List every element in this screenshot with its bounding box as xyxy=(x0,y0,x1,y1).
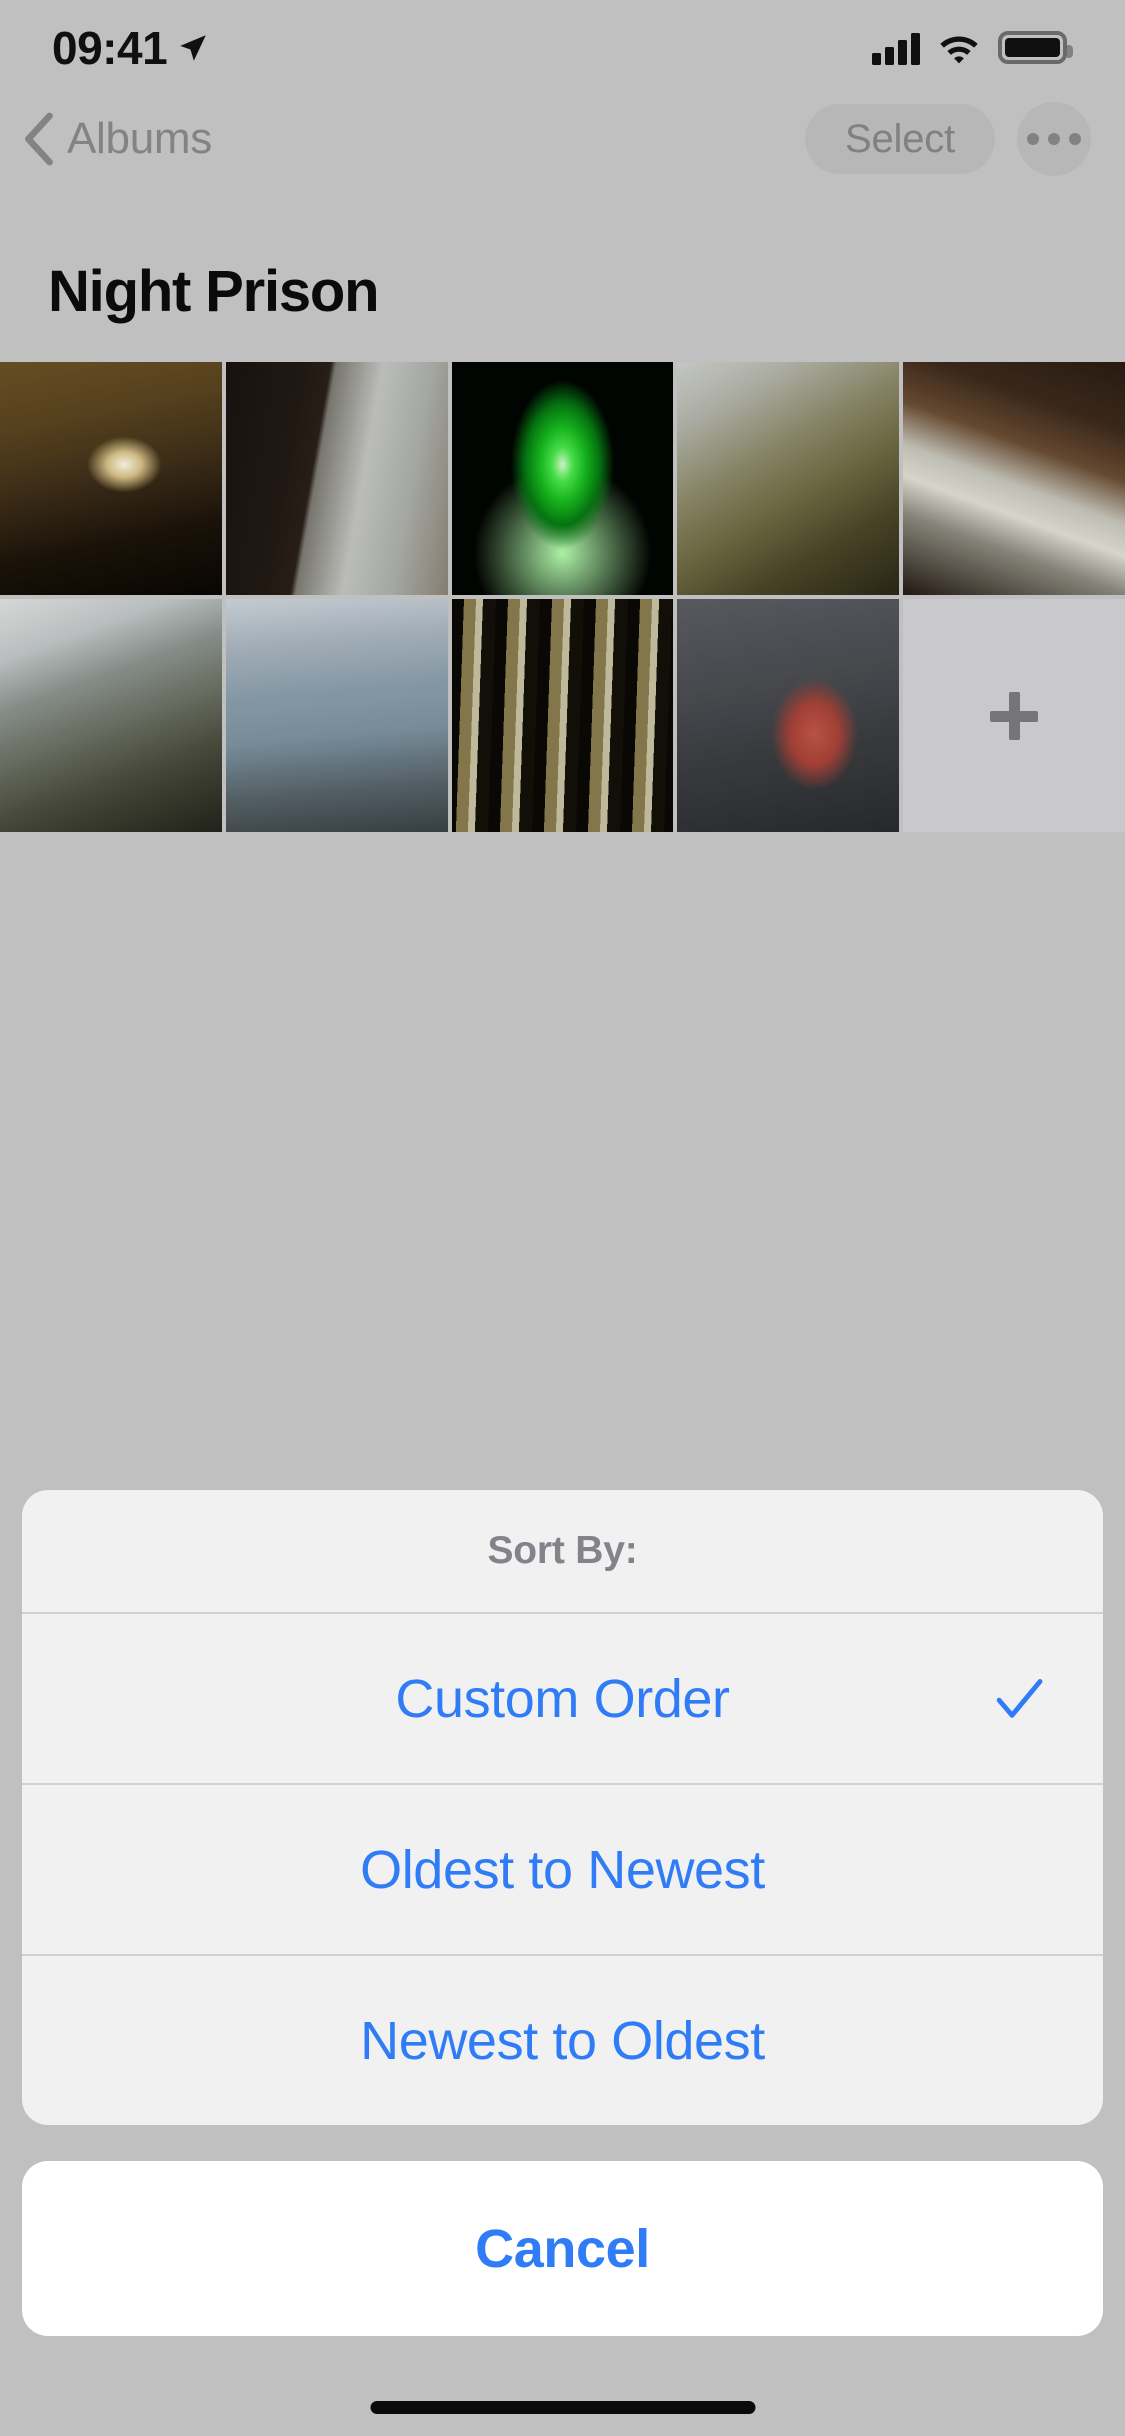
chevron-left-icon xyxy=(25,112,53,166)
back-button-albums[interactable]: Albums xyxy=(22,112,212,166)
photo-image-lightbulb-in-dark-cell xyxy=(0,362,222,595)
photo-thumbnail[interactable] xyxy=(903,362,1125,595)
home-indicator[interactable] xyxy=(370,2401,755,2414)
cellular-signal-icon xyxy=(872,31,920,65)
photo-thumbnail[interactable] xyxy=(225,362,448,595)
photo-image-blue-peeling-paint-wall xyxy=(225,599,448,832)
more-options-button[interactable] xyxy=(1017,102,1091,176)
photo-image-debris-on-floor xyxy=(677,362,900,595)
sort-option-custom-order[interactable]: Custom Order xyxy=(22,1612,1103,1783)
checkmark-icon xyxy=(996,1678,1043,1718)
location-arrow-icon xyxy=(180,34,206,61)
status-bar-indicators xyxy=(872,31,1073,65)
ellipsis-icon-dot xyxy=(1048,133,1060,145)
photo-image-collapsed-ceiling-rubble xyxy=(0,599,222,832)
cancel-button-label: Cancel xyxy=(475,2218,650,2279)
action-sheet-header: Sort By: xyxy=(487,1529,638,1572)
photo-thumbnail[interactable] xyxy=(225,599,448,832)
status-bar-time-group: 09:41 xyxy=(52,21,210,75)
photo-thumbnail[interactable] xyxy=(0,599,222,832)
select-button-label: Select xyxy=(845,116,955,161)
photo-thumbnail[interactable] xyxy=(451,362,674,595)
plus-icon xyxy=(990,691,1039,740)
add-photos-button[interactable] xyxy=(903,599,1125,832)
ellipsis-icon-dot xyxy=(1069,133,1081,145)
photo-image-green-light-figure xyxy=(451,362,674,595)
sort-option-label: Oldest to Newest xyxy=(360,1839,765,1900)
back-button-label: Albums xyxy=(67,114,212,163)
battery-full-icon xyxy=(998,31,1073,64)
status-bar-time: 09:41 xyxy=(52,21,168,74)
photo-thumbnail[interactable] xyxy=(0,362,222,595)
photo-thumbnail[interactable] xyxy=(451,599,674,832)
sort-by-action-sheet: Sort By: Custom Order Oldest to Newest N… xyxy=(22,1490,1103,2125)
page-title: Night Prison xyxy=(48,259,380,324)
photo-image-peeling-wall-with-pillar xyxy=(225,362,448,595)
photo-image-old-sink-basin xyxy=(903,362,1125,595)
photo-thumbnail[interactable] xyxy=(677,599,900,832)
photo-image-striped-peeling-corridor xyxy=(451,599,674,832)
wifi-icon xyxy=(940,36,978,63)
status-bar: 09:41 xyxy=(0,0,1125,95)
photo-thumbnail[interactable] xyxy=(677,362,900,595)
photo-grid xyxy=(0,362,1125,832)
select-button[interactable]: Select xyxy=(805,104,995,174)
navigation-bar: Albums Select xyxy=(0,96,1125,182)
sort-option-newest-to-oldest[interactable]: Newest to Oldest xyxy=(22,1954,1103,2125)
ellipsis-icon-dot xyxy=(1027,133,1039,145)
photo-image-red-prison-chair xyxy=(677,599,900,832)
sort-option-label: Newest to Oldest xyxy=(360,2010,765,2071)
sort-option-label: Custom Order xyxy=(395,1668,730,1729)
sort-option-oldest-to-newest[interactable]: Oldest to Newest xyxy=(22,1783,1103,1954)
cancel-button[interactable]: Cancel xyxy=(22,2161,1103,2336)
